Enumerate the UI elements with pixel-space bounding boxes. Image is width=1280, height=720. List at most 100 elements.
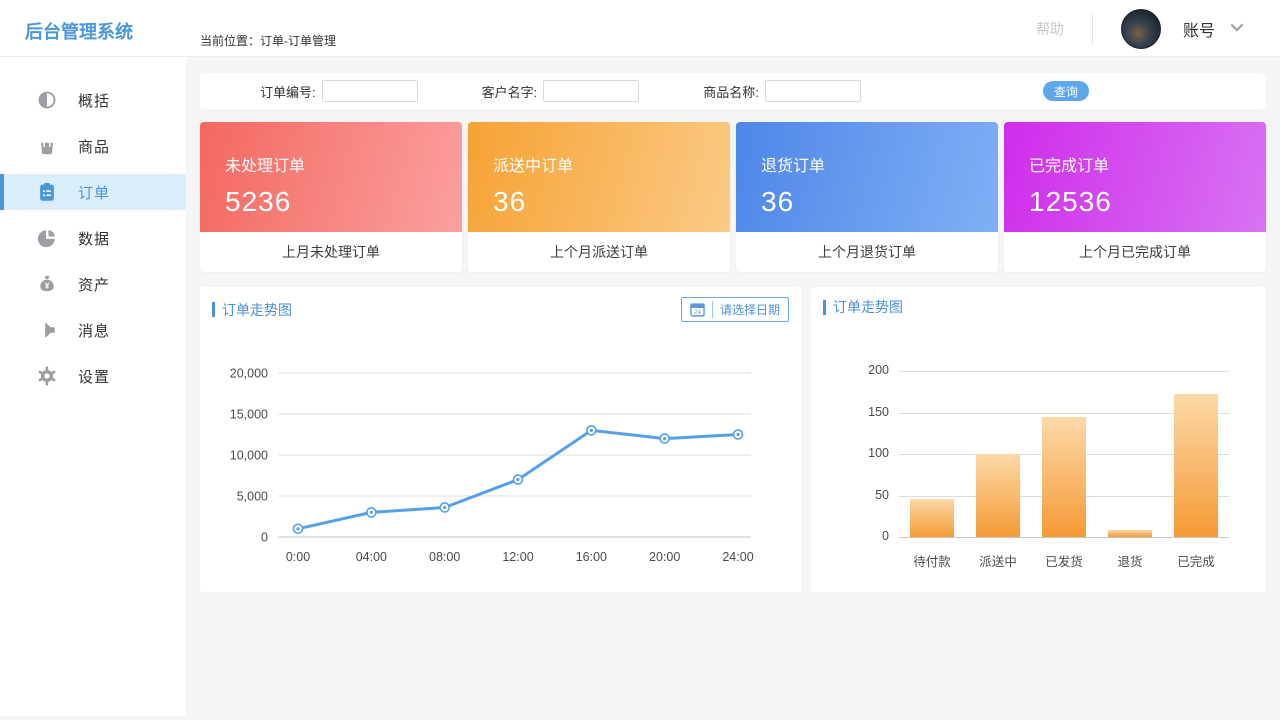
stat-card-footer: 上月未处理订单 <box>200 232 462 272</box>
stat-card-unprocessed: 未处理订单5236上月未处理订单 <box>200 122 462 272</box>
sidebar-item-assets[interactable]: ¥ 资产 <box>0 266 186 302</box>
sidebar-item-label: 资产 <box>78 274 110 295</box>
sidebar-item-label: 消息 <box>78 320 110 341</box>
x-axis-tick: 20:00 <box>649 550 680 564</box>
y-axis-tick: 20,000 <box>230 367 268 381</box>
stat-card-title: 已完成订单 <box>1029 152 1266 176</box>
sidebar-item-messages[interactable]: 消息 <box>0 312 186 348</box>
help-link[interactable]: 帮助 <box>1036 19 1064 39</box>
stat-card-value: 12536 <box>1029 186 1266 218</box>
search-field-label: 商品名称: <box>703 82 759 101</box>
sidebar-item-label: 数据 <box>78 228 110 249</box>
y-axis-tick: 0 <box>261 531 268 545</box>
bar-chart: 050100150200待付款派送中已发货退货已完成 <box>811 337 1266 577</box>
avatar[interactable] <box>1121 9 1161 49</box>
line-chart: 05,00010,00015,00020,0000:0004:0008:0012… <box>200 337 801 577</box>
x-axis-tick: 退货 <box>1097 551 1163 570</box>
speaker-icon <box>36 319 58 341</box>
stat-card-footer: 上个月已完成订单 <box>1004 232 1266 272</box>
x-axis-tick: 16:00 <box>576 550 607 564</box>
app-logo: 后台管理系统 <box>25 18 133 44</box>
data-point-dot <box>370 511 373 514</box>
order-number-input[interactable] <box>322 80 418 102</box>
sidebar-item-data[interactable]: 数据 <box>0 220 186 256</box>
sidebar-item-label: 设置 <box>78 366 110 387</box>
pie-icon <box>36 227 58 249</box>
bar-待付款 <box>910 499 954 537</box>
svg-text:24: 24 <box>694 309 701 316</box>
y-axis-tick: 50 <box>811 488 889 502</box>
date-picker-separator <box>712 301 713 318</box>
charts-row: 订单走势图 24 请选择日期 0 5,000 10,000 15,000 20,000 0… <box>200 287 1266 592</box>
y-axis-tick: 15,000 <box>230 408 268 422</box>
x-axis-tick: 04:00 <box>356 550 387 564</box>
bar-panel-title: 订单走势图 <box>833 297 903 317</box>
date-picker-button[interactable]: 24 请选择日期 <box>681 297 789 322</box>
x-axis-tick: 24:00 <box>722 550 753 564</box>
bar-panel-header: 订单走势图 <box>823 297 1254 317</box>
search-bar: 订单编号: 客户名字: 商品名称: 查询 <box>200 73 1266 109</box>
sidebar-item-products[interactable]: 商品 <box>0 128 186 164</box>
search-field-order-number: 订单编号: <box>260 80 418 102</box>
stat-card-gradient: 派送中订单 36 <box>468 122 730 232</box>
data-point-dot <box>590 429 593 432</box>
line-chart-svg: 05,00010,00015,00020,0000:0004:0008:0012… <box>200 337 789 577</box>
sidebar: 概括商品订单数据 ¥ 资产消息设置 <box>0 57 186 716</box>
stat-card-title: 派送中订单 <box>493 152 730 176</box>
search-field-label: 订单编号: <box>260 82 316 101</box>
data-point-dot <box>296 527 299 530</box>
product-name-input[interactable] <box>765 80 861 102</box>
account-label[interactable]: 账号 <box>1183 17 1215 41</box>
gridline <box>899 537 1229 538</box>
stat-card-gradient: 未处理订单5236 <box>200 122 462 232</box>
y-axis-tick: 10,000 <box>230 449 268 463</box>
search-field-product-name: 商品名称: <box>703 80 861 102</box>
chevron-down-icon <box>1231 19 1244 32</box>
title-accent-bar <box>823 300 826 315</box>
stat-card-footer: 上个月退货订单 <box>736 232 998 272</box>
sidebar-item-orders[interactable]: 订单 <box>0 174 186 210</box>
y-axis-tick: 5,000 <box>237 490 268 504</box>
search-field-label: 客户名字: <box>482 82 538 101</box>
bar-已发货 <box>1042 417 1086 537</box>
stat-card-delivering: 派送中订单 36 上个月派送订单 <box>468 122 730 272</box>
x-axis-tick: 已发货 <box>1031 551 1097 570</box>
main-content: 订单编号: 客户名字: 商品名称: 查询 未处理订单5236上月未处理订单 派送中订单 3… <box>186 57 1280 720</box>
search-button[interactable]: 查询 <box>1043 81 1089 101</box>
x-axis-tick: 08:00 <box>429 550 460 564</box>
stat-card-gradient: 退货订单36 <box>736 122 998 232</box>
title-accent-bar <box>212 302 215 317</box>
breadcrumb: 当前位置：订单-订单管理 <box>200 32 336 49</box>
line-chart-panel: 订单走势图 24 请选择日期 0 5,000 10,000 15,000 20,000 0… <box>200 287 801 592</box>
svg-text:¥: ¥ <box>45 282 50 291</box>
line-panel-title: 订单走势图 <box>222 300 292 320</box>
y-axis-tick: 150 <box>811 405 889 419</box>
stat-card-completed: 已完成订单 12536 上个月已完成订单 <box>1004 122 1266 272</box>
contrast-icon <box>36 89 58 111</box>
moneybag-icon: ¥ <box>36 273 58 295</box>
stat-cards-row: 未处理订单5236上月未处理订单 派送中订单 36 上个月派送订单退货订单36上个月退… <box>200 122 1266 272</box>
gridline <box>899 371 1229 372</box>
sidebar-item-overview[interactable]: 概括 <box>0 82 186 118</box>
x-axis-tick: 0:00 <box>286 550 310 564</box>
x-axis-tick: 已完成 <box>1163 551 1229 570</box>
bag-icon <box>36 135 58 157</box>
stat-card-footer: 上个月派送订单 <box>468 232 730 272</box>
date-picker-label: 请选择日期 <box>720 301 780 318</box>
sidebar-item-label: 概括 <box>78 90 110 111</box>
sidebar-item-settings[interactable]: 设置 <box>0 358 186 394</box>
x-axis-tick: 待付款 <box>899 551 965 570</box>
sidebar-item-label: 订单 <box>78 182 110 203</box>
bar-已完成 <box>1174 394 1218 537</box>
data-point-dot <box>736 433 739 436</box>
stat-card-title: 退货订单 <box>761 152 998 176</box>
stat-card-value: 36 <box>493 186 730 218</box>
y-axis-tick: 200 <box>811 363 889 377</box>
stat-card-value: 5236 <box>225 186 462 218</box>
clipboard-icon <box>36 181 58 203</box>
header: 后台管理系统 当前位置：订单-订单管理 帮助 账号 <box>0 0 1280 57</box>
y-axis-tick: 0 <box>811 529 889 543</box>
bar-退货 <box>1108 530 1152 537</box>
customer-name-input[interactable] <box>543 80 639 102</box>
sidebar-item-label: 商品 <box>78 136 110 157</box>
